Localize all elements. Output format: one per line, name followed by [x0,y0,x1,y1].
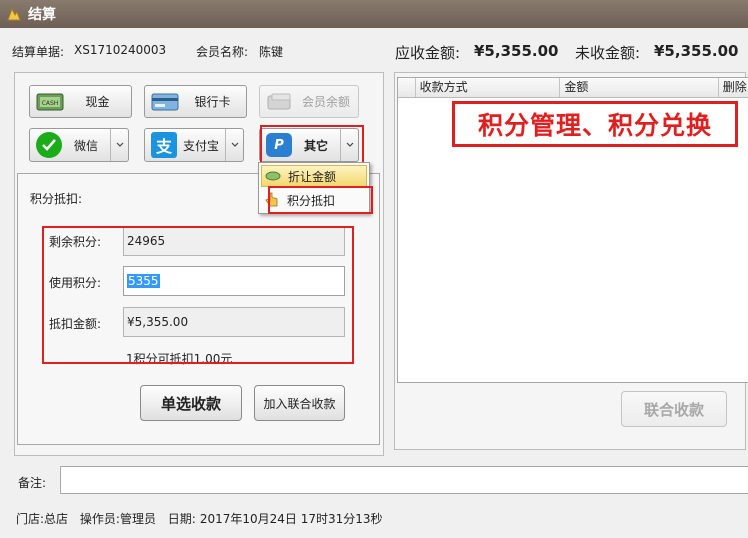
unpaid-label: 未收金额: [575,44,641,62]
store-name: 总店 [44,512,69,526]
wechat-icon [36,132,62,158]
status-date: 2017年10月24日 17时31分13秒 [199,512,383,526]
single-pay-button[interactable]: 单选收款 [140,385,242,421]
payment-panel: CASH 现金 银行卡 会员余额 微信 支 支付宝 P 其它 积分抵扣: 剩余积… [14,72,384,456]
title-bar: 结算 [0,0,748,28]
column-delete[interactable]: 删除 [719,78,748,97]
bank-card-button[interactable]: 银行卡 [144,85,247,118]
app-icon [7,7,21,21]
alipay-button[interactable]: 支 支付宝 [144,128,244,162]
menu-item-discount[interactable]: 折让金额 [261,165,367,187]
points-title: 积分抵扣: [30,192,83,206]
status-bar: 门店:总店 操作员:管理员 日期: 2017年10月24日 17时31分13秒 [16,512,383,526]
column-payment-method[interactable]: 收款方式 [416,78,561,97]
receivable-amount: ¥5,355.00 [474,42,559,60]
points-menu-highlight [268,186,373,214]
wechat-button[interactable]: 微信 [29,128,129,162]
discount-icon [262,171,284,181]
order-label: 结算单据: [12,45,65,59]
grid-header: 收款方式 金额 删除 [398,78,748,98]
note-label: 备注: [18,476,47,490]
operator-name: 管理员 [119,512,156,526]
note-input[interactable] [60,466,748,494]
alipay-dropdown-arrow[interactable] [225,129,243,161]
chevron-down-icon [116,142,123,147]
wallet-icon [266,91,294,113]
chevron-down-icon [231,142,238,147]
combined-pay-button[interactable]: 联合收款 [621,391,727,427]
member-balance-button[interactable]: 会员余额 [259,85,359,118]
unpaid-amount: ¥5,355.00 [654,42,739,60]
order-number: XS1710240003 [74,43,167,57]
points-highlight-box [42,226,354,364]
cash-button[interactable]: CASH 现金 [29,85,132,118]
settlement-dialog: 结算单据: XS1710240003 会员名称: 陈键 应收金额: ¥5,355… [0,28,748,538]
receivable-label: 应收金额: [395,44,461,62]
wechat-dropdown-arrow[interactable] [110,129,128,161]
other-button-highlight [260,125,364,165]
member-label: 会员名称: [196,45,249,59]
alipay-icon: 支 [151,132,177,158]
column-amount[interactable]: 金额 [560,78,719,97]
grid-corner [398,78,416,97]
svg-text:CASH: CASH [42,100,59,107]
member-name: 陈键 [259,45,284,59]
cash-icon: CASH [36,91,64,113]
annotation-banner: 积分管理、积分兑换 [452,101,738,147]
bank-card-icon [151,91,179,113]
add-combined-button[interactable]: 加入联合收款 [254,385,345,421]
window-title: 结算 [28,7,56,23]
